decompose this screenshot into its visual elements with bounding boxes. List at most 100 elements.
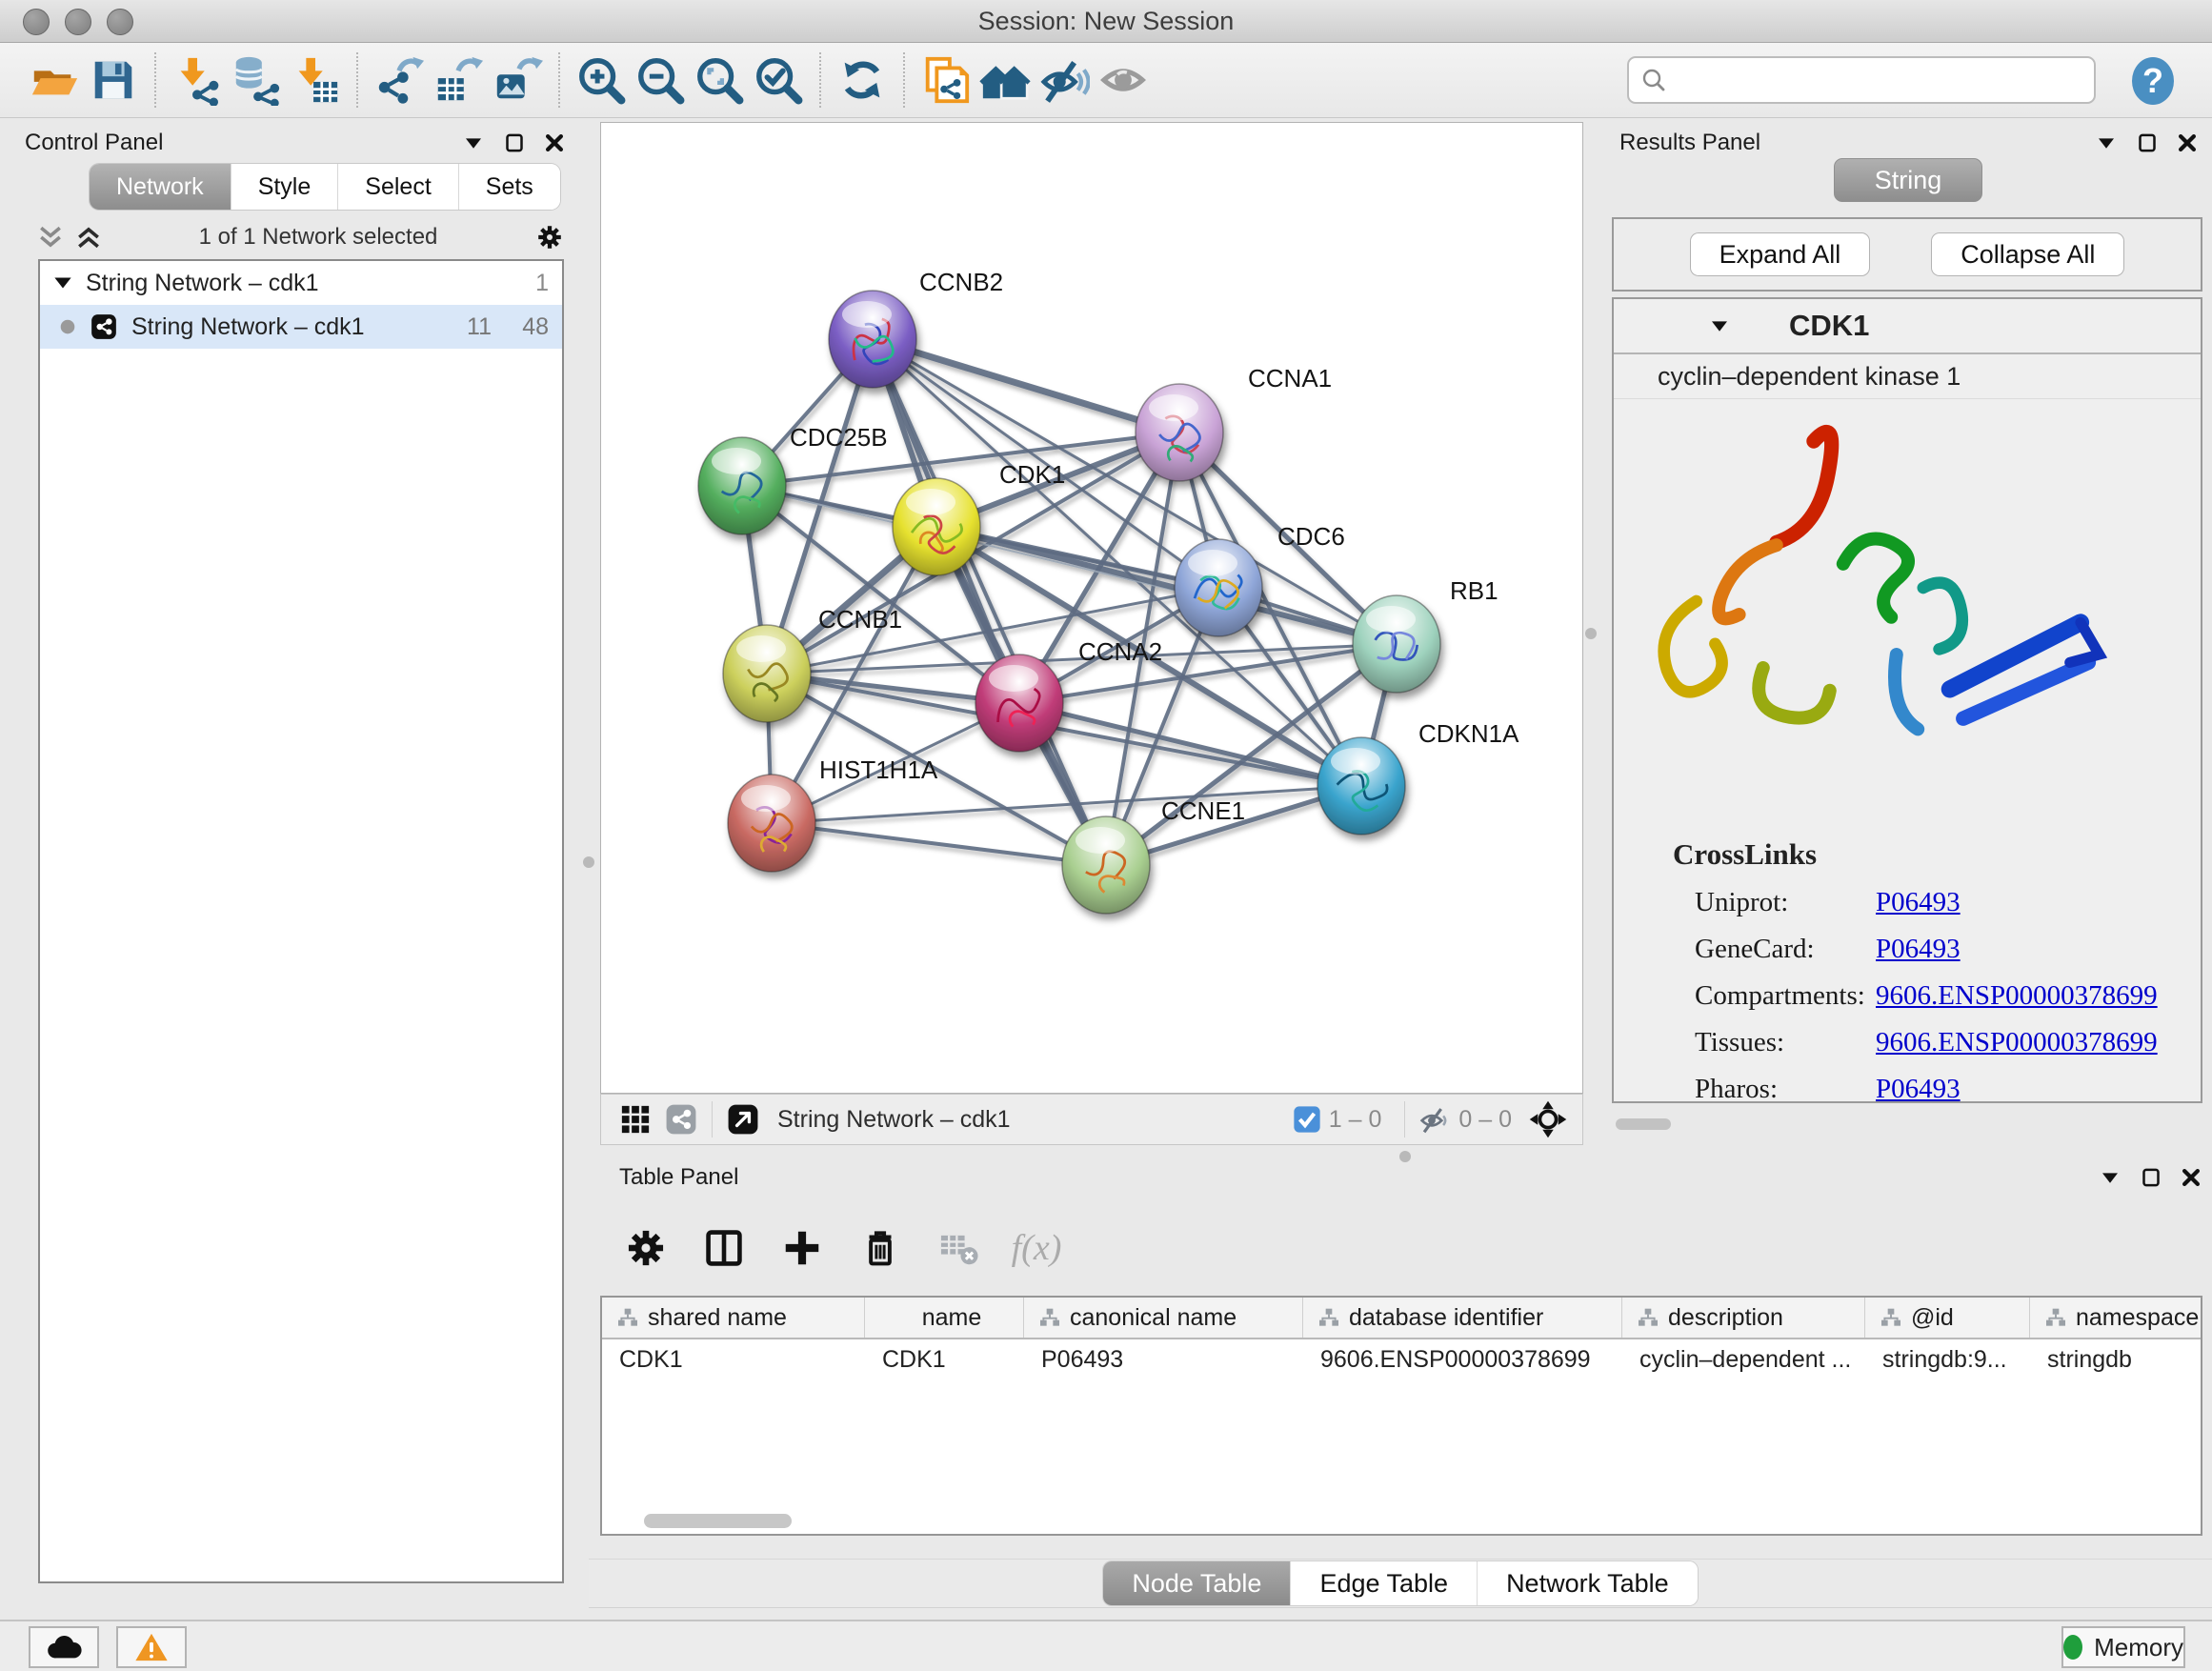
network-node-ccnb1[interactable] bbox=[723, 625, 811, 722]
network-collection-row[interactable]: String Network – cdk1 1 bbox=[40, 261, 562, 305]
crosslink-link[interactable]: P06493 bbox=[1876, 934, 1961, 965]
crosslink-link[interactable]: P06493 bbox=[1876, 1074, 1961, 1105]
tab-select[interactable]: Select bbox=[337, 164, 457, 210]
table-hscroll-thumb[interactable] bbox=[644, 1514, 792, 1528]
collection-expand-icon[interactable] bbox=[53, 275, 72, 291]
crosslink-link[interactable]: 9606.ENSP00000378699 bbox=[1876, 980, 2158, 1012]
column-header[interactable]: name bbox=[865, 1298, 1024, 1338]
table-cell[interactable]: CDK1 bbox=[865, 1339, 1024, 1379]
network-view-mode-icon[interactable] bbox=[664, 1102, 698, 1137]
crosslink-label: GeneCard: bbox=[1695, 934, 1876, 965]
expand-all-button[interactable]: Expand All bbox=[1690, 232, 1871, 276]
crosslink-link[interactable]: P06493 bbox=[1876, 887, 1961, 918]
delete-table-icon-disabled bbox=[932, 1221, 985, 1275]
table-cell[interactable]: stringdb:9... bbox=[1865, 1339, 2030, 1379]
collapse-all-networks-icon[interactable] bbox=[38, 225, 63, 250]
detach-view-icon[interactable] bbox=[726, 1102, 760, 1137]
column-header[interactable]: @id bbox=[1865, 1298, 2030, 1338]
open-session-button[interactable] bbox=[25, 50, 84, 110]
float-panel-icon[interactable] bbox=[2142, 1167, 2161, 1188]
table-cell[interactable]: P06493 bbox=[1024, 1339, 1303, 1379]
hidden-eye-icon[interactable] bbox=[1418, 1103, 1451, 1136]
gene-expand-icon[interactable] bbox=[1709, 318, 1730, 333]
birdseye-navigator-icon[interactable] bbox=[1529, 1100, 1567, 1138]
cloud-status-button[interactable] bbox=[29, 1626, 99, 1668]
network-node-ccna2[interactable] bbox=[975, 654, 1063, 752]
gene-section-header[interactable]: CDK1 bbox=[1614, 299, 2201, 354]
tab-network[interactable]: Network bbox=[90, 164, 231, 210]
network-graph[interactable]: CCNB2CCNA1CDC25BCDK1CDC6RB1CCNB1CCNA2CDK… bbox=[601, 123, 1582, 1093]
vertical-splitter-handle[interactable] bbox=[583, 856, 594, 868]
network-node-ccna1[interactable] bbox=[1136, 384, 1223, 481]
memory-button[interactable]: Memory bbox=[2061, 1626, 2185, 1668]
table-row[interactable]: CDK1 CDK1 P06493 9606.ENSP00000378699 cy… bbox=[602, 1339, 2201, 1379]
zoom-selected-button[interactable] bbox=[749, 50, 808, 110]
column-header[interactable]: description bbox=[1622, 1298, 1865, 1338]
grid-view-icon[interactable] bbox=[618, 1102, 653, 1137]
import-network-from-file-button[interactable] bbox=[168, 50, 227, 110]
column-header[interactable]: shared name bbox=[602, 1298, 865, 1338]
table-cell[interactable]: stringdb bbox=[2030, 1339, 2201, 1379]
collapse-panel-icon[interactable] bbox=[463, 135, 484, 151]
close-panel-icon[interactable] bbox=[545, 133, 564, 152]
show-columns-icon[interactable] bbox=[697, 1221, 751, 1275]
hide-selected-button[interactable] bbox=[1035, 50, 1094, 110]
column-header[interactable]: canonical name bbox=[1024, 1298, 1303, 1338]
delete-column-icon[interactable] bbox=[854, 1221, 907, 1275]
network-row-selected[interactable]: String Network – cdk1 11 48 bbox=[40, 305, 562, 349]
tab-string[interactable]: String bbox=[1834, 158, 1982, 202]
network-node-count: 11 bbox=[442, 313, 492, 341]
export-network-button[interactable] bbox=[370, 50, 429, 110]
export-image-button[interactable] bbox=[488, 50, 547, 110]
float-panel-icon[interactable] bbox=[2138, 132, 2157, 153]
table-cell[interactable]: CDK1 bbox=[602, 1339, 865, 1379]
zoom-fit-content-button[interactable] bbox=[690, 50, 749, 110]
first-neighbors-button[interactable] bbox=[975, 50, 1035, 110]
network-node-ccnb2[interactable] bbox=[829, 291, 916, 388]
warnings-button[interactable] bbox=[116, 1626, 187, 1668]
network-node-cdkn1a[interactable] bbox=[1317, 737, 1405, 835]
network-node-rb1[interactable] bbox=[1353, 595, 1440, 693]
search-input[interactable] bbox=[1677, 65, 2094, 96]
table-options-gear-icon[interactable] bbox=[619, 1221, 673, 1275]
table-cell[interactable]: cyclin–dependent ... bbox=[1622, 1339, 1865, 1379]
network-node-cdc6[interactable] bbox=[1175, 539, 1262, 636]
add-column-icon[interactable] bbox=[775, 1221, 829, 1275]
export-table-button[interactable] bbox=[429, 50, 488, 110]
tab-style[interactable]: Style bbox=[231, 164, 338, 210]
close-panel-icon[interactable] bbox=[2178, 133, 2197, 152]
results-hscroll-thumb[interactable] bbox=[1616, 1118, 1671, 1130]
network-node-ccne1[interactable] bbox=[1062, 816, 1150, 914]
collapse-panel-icon[interactable] bbox=[2100, 1170, 2121, 1185]
new-network-from-selection-button[interactable] bbox=[916, 50, 975, 110]
collapse-panel-icon[interactable] bbox=[2096, 135, 2117, 151]
apply-preferred-layout-button[interactable] bbox=[833, 50, 892, 110]
expand-all-networks-icon[interactable] bbox=[76, 225, 101, 250]
network-options-gear-icon[interactable] bbox=[535, 223, 564, 252]
close-panel-icon[interactable] bbox=[2182, 1168, 2201, 1187]
tab-edge-table[interactable]: Edge Table bbox=[1290, 1561, 1477, 1605]
crosslink-link[interactable]: 9606.ENSP00000378699 bbox=[1876, 1027, 2158, 1058]
network-node-cdc25b[interactable] bbox=[698, 437, 786, 534]
tab-network-table[interactable]: Network Table bbox=[1477, 1561, 1698, 1605]
import-table-from-file-button[interactable] bbox=[286, 50, 345, 110]
column-header[interactable]: database identifier bbox=[1303, 1298, 1622, 1338]
tab-node-table[interactable]: Node Table bbox=[1103, 1561, 1290, 1605]
import-network-from-database-button[interactable] bbox=[227, 50, 286, 110]
show-graphics-details-button[interactable] bbox=[1094, 50, 1153, 110]
zoom-in-button[interactable] bbox=[572, 50, 631, 110]
selected-checkbox-icon[interactable] bbox=[1293, 1105, 1321, 1134]
horizontal-splitter-handle[interactable] bbox=[1399, 1151, 1411, 1162]
network-node-cdk1[interactable] bbox=[893, 478, 980, 575]
vertical-splitter-handle[interactable] bbox=[1585, 628, 1597, 639]
tab-sets[interactable]: Sets bbox=[458, 164, 560, 210]
network-canvas[interactable]: CCNB2CCNA1CDC25BCDK1CDC6RB1CCNB1CCNA2CDK… bbox=[600, 122, 1583, 1094]
float-panel-icon[interactable] bbox=[505, 132, 524, 153]
collapse-all-button[interactable]: Collapse All bbox=[1931, 232, 2124, 276]
column-header[interactable]: namespace bbox=[2030, 1298, 2201, 1338]
save-session-button[interactable] bbox=[84, 50, 143, 110]
help-button[interactable]: ? bbox=[2126, 54, 2180, 108]
zoom-out-button[interactable] bbox=[631, 50, 690, 110]
network-node-hist1h1a[interactable] bbox=[728, 775, 815, 872]
table-cell[interactable]: 9606.ENSP00000378699 bbox=[1303, 1339, 1622, 1379]
